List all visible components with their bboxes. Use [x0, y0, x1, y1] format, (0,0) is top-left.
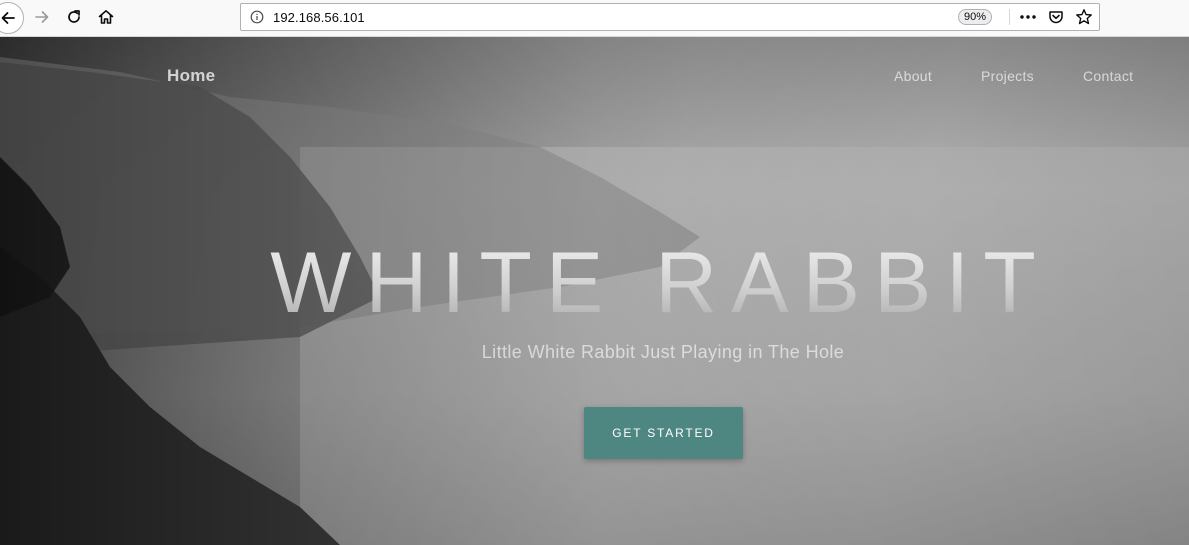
nav-contact-link[interactable]: Contact	[1083, 68, 1133, 84]
browser-toolbar: 192.168.56.101 90%	[0, 0, 1189, 37]
nav-about-link[interactable]: About	[894, 68, 932, 84]
star-icon[interactable]	[1073, 7, 1095, 27]
back-button[interactable]	[0, 2, 24, 34]
reload-icon	[68, 10, 80, 23]
more-dots-icon[interactable]	[1017, 7, 1039, 27]
nav-projects-link[interactable]: Projects	[981, 68, 1034, 84]
back-arrow-icon	[1, 12, 15, 24]
forward-arrow-icon	[35, 11, 49, 23]
address-bar[interactable]: 192.168.56.101 90%	[240, 3, 1100, 31]
forward-button[interactable]	[28, 4, 56, 30]
get-started-button[interactable]: GET STARTED	[584, 407, 743, 459]
hero-subtitle: Little White Rabbit Just Playing in The …	[481, 342, 845, 362]
nav-home-link[interactable]: Home	[167, 66, 215, 86]
info-icon[interactable]	[249, 9, 265, 25]
page-viewport: Home About Projects Contact WHITE RABBIT…	[0, 37, 1189, 545]
pocket-icon[interactable]	[1045, 7, 1067, 27]
home-icon	[98, 10, 114, 24]
hero-title: WHITE RABBIT	[0, 235, 1189, 331]
zoom-level-badge[interactable]: 90%	[958, 9, 993, 25]
home-button[interactable]	[92, 4, 120, 30]
url-text[interactable]: 192.168.56.101	[273, 10, 365, 25]
urlbar-separator	[1009, 9, 1010, 25]
reload-button[interactable]	[60, 4, 88, 30]
